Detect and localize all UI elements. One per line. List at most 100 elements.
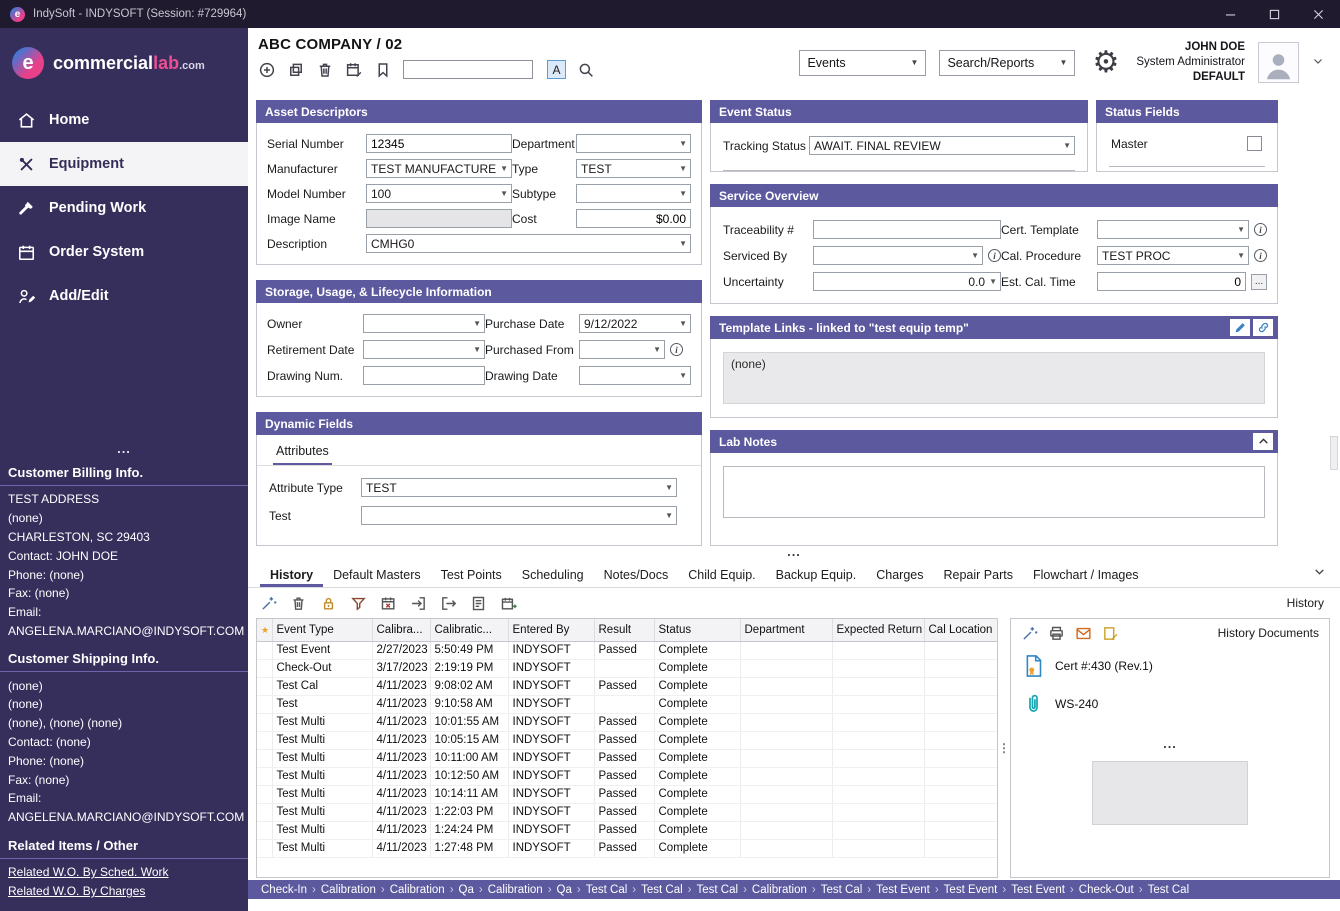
collapse-section-chevron[interactable] — [1313, 565, 1326, 583]
search-button[interactable] — [577, 61, 595, 79]
export-event-button[interactable] — [440, 595, 457, 612]
vertical-scrollbar[interactable] — [1330, 436, 1338, 470]
settings-gear-icon[interactable]: ⚙ — [1092, 48, 1119, 78]
star-column-header[interactable]: ★ — [257, 619, 272, 641]
flow-item[interactable]: Test Event — [1006, 884, 1070, 896]
delete-event-button[interactable] — [290, 595, 307, 612]
tab-default-masters[interactable]: Default Masters — [323, 562, 431, 587]
type-select[interactable]: TEST▼ — [576, 159, 691, 178]
serviced-by-select[interactable]: ▼ — [813, 246, 983, 265]
table-row[interactable]: Test4/11/20239:10:58 AMINDYSOFTComplete — [257, 695, 998, 713]
test-select[interactable]: ▼ — [361, 506, 677, 525]
tab-child-equip-[interactable]: Child Equip. — [678, 562, 765, 587]
flow-item[interactable]: Test Cal — [581, 884, 633, 896]
department-select[interactable]: ▼ — [576, 134, 691, 153]
sidebar-item-add-edit[interactable]: Add/Edit — [0, 274, 248, 318]
tab-attributes[interactable]: Attributes — [273, 442, 332, 465]
sidebar-item-home[interactable]: Home — [0, 98, 248, 142]
table-row[interactable]: Test Cal4/11/20239:08:02 AMINDYSOFTPasse… — [257, 677, 998, 695]
info-icon[interactable]: i — [988, 249, 1001, 262]
uncertainty-select[interactable]: 0.0▼ — [813, 272, 1001, 291]
tracking-status-select[interactable]: AWAIT. FINAL REVIEW▼ — [809, 136, 1075, 155]
table-row[interactable]: Test Multi4/11/202310:14:11 AMINDYSOFTPa… — [257, 785, 998, 803]
collapse-panel-button[interactable] — [1253, 433, 1273, 450]
filter-button[interactable] — [350, 595, 367, 612]
sidebar-item-order-system[interactable]: Order System — [0, 230, 248, 274]
related-link[interactable]: Related W.O. By Charges — [0, 882, 248, 901]
search-reports-dropdown[interactable]: Search/Reports▼ — [939, 50, 1075, 76]
flow-item[interactable]: Test Event — [939, 884, 1003, 896]
table-row[interactable]: Test Multi4/11/20231:24:24 PMINDYSOFTPas… — [257, 821, 998, 839]
column-header[interactable]: Calibratic... — [430, 619, 508, 641]
quick-search-input[interactable] — [403, 60, 533, 79]
flow-item[interactable]: Qa — [454, 884, 479, 896]
cost-input[interactable] — [576, 209, 691, 228]
flow-item[interactable]: Qa — [552, 884, 577, 896]
print-document-button[interactable] — [1048, 625, 1065, 642]
calendar-remove-button[interactable] — [380, 595, 397, 612]
retirement-date-select[interactable]: ▼ — [363, 340, 485, 359]
close-button[interactable] — [1296, 0, 1340, 28]
table-row[interactable]: Test Multi4/11/202310:12:50 AMINDYSOFTPa… — [257, 767, 998, 785]
sidebar-item-pending-work[interactable]: Pending Work — [0, 186, 248, 230]
purchase-date-select[interactable]: 9/12/2022▼ — [579, 314, 691, 333]
avatar[interactable] — [1258, 42, 1299, 83]
subtype-select[interactable]: ▼ — [576, 184, 691, 203]
link-template-button[interactable] — [1253, 319, 1273, 336]
serial-number-input[interactable] — [366, 134, 512, 153]
table-row[interactable]: Test Multi4/11/202310:11:00 AMINDYSOFTPa… — [257, 749, 998, 767]
import-event-button[interactable] — [410, 595, 427, 612]
document-item[interactable]: WS-240 — [1011, 685, 1329, 723]
column-header[interactable]: Expected Return — [832, 619, 924, 641]
delete-record-button[interactable] — [316, 61, 334, 79]
email-document-button[interactable] — [1075, 625, 1092, 642]
table-row[interactable]: Test Multi4/11/202310:01:55 AMINDYSOFTPa… — [257, 713, 998, 731]
column-header[interactable]: Department — [740, 619, 832, 641]
flow-item[interactable]: Test Event — [871, 884, 935, 896]
drawing-date-select[interactable]: ▼ — [579, 366, 691, 385]
drawing-num-input[interactable] — [363, 366, 485, 385]
new-event-button[interactable] — [500, 595, 517, 612]
flow-item[interactable]: Calibration — [483, 884, 548, 896]
related-link[interactable]: Related W.O. By Sched. Work — [0, 863, 248, 882]
edit-template-button[interactable] — [1230, 319, 1250, 336]
traceability-input[interactable] — [813, 220, 1001, 239]
owner-select[interactable]: ▼ — [363, 314, 485, 333]
more-options-button[interactable]: ... — [1251, 274, 1267, 290]
flow-item[interactable]: Test Cal — [692, 884, 744, 896]
tab-backup-equip-[interactable]: Backup Equip. — [766, 562, 867, 587]
model-number-select[interactable]: 100▼ — [366, 184, 512, 203]
flow-item[interactable]: Check-Out — [1074, 884, 1139, 896]
info-icon[interactable]: i — [670, 343, 683, 356]
tab-history[interactable]: History — [260, 562, 323, 587]
report-button[interactable] — [470, 595, 487, 612]
master-checkbox[interactable] — [1247, 136, 1262, 151]
checkout-lock-button[interactable] — [320, 595, 337, 612]
est-cal-time-input[interactable] — [1097, 272, 1246, 291]
table-row[interactable]: Check-Out3/17/20232:19:19 PMINDYSOFTComp… — [257, 659, 998, 677]
tab-flowchart-images[interactable]: Flowchart / Images — [1023, 562, 1149, 587]
column-header[interactable]: Event Type — [272, 619, 372, 641]
column-header[interactable]: Cal Location — [924, 619, 998, 641]
flow-item[interactable]: Calibration — [747, 884, 812, 896]
tab-test-points[interactable]: Test Points — [431, 562, 512, 587]
column-header[interactable]: Entered By — [508, 619, 594, 641]
purchased-from-select[interactable]: ▼ — [579, 340, 665, 359]
minimize-button[interactable] — [1208, 0, 1252, 28]
documents-splitter[interactable]: ... — [1011, 739, 1329, 749]
tab-charges[interactable]: Charges — [866, 562, 933, 587]
info-icon[interactable]: i — [1254, 249, 1267, 262]
grid-splitter[interactable]: ⋮ — [998, 618, 1010, 878]
auto-document-button[interactable] — [1021, 625, 1038, 642]
exact-match-toggle[interactable]: A — [547, 60, 566, 79]
table-row[interactable]: Test Event2/27/20235:50:49 PMINDYSOFTPas… — [257, 641, 998, 659]
add-record-button[interactable] — [258, 61, 276, 79]
column-header[interactable]: Status — [654, 619, 740, 641]
flow-item[interactable]: Check-In — [256, 884, 312, 896]
column-header[interactable]: Result — [594, 619, 654, 641]
table-row[interactable]: Test Multi4/11/20231:22:03 PMINDYSOFTPas… — [257, 803, 998, 821]
horizontal-splitter[interactable]: ... — [248, 546, 1340, 562]
flow-item[interactable]: Test Cal — [1143, 884, 1195, 896]
bookmark-button[interactable] — [374, 61, 392, 79]
schedule-record-button[interactable] — [345, 61, 363, 79]
